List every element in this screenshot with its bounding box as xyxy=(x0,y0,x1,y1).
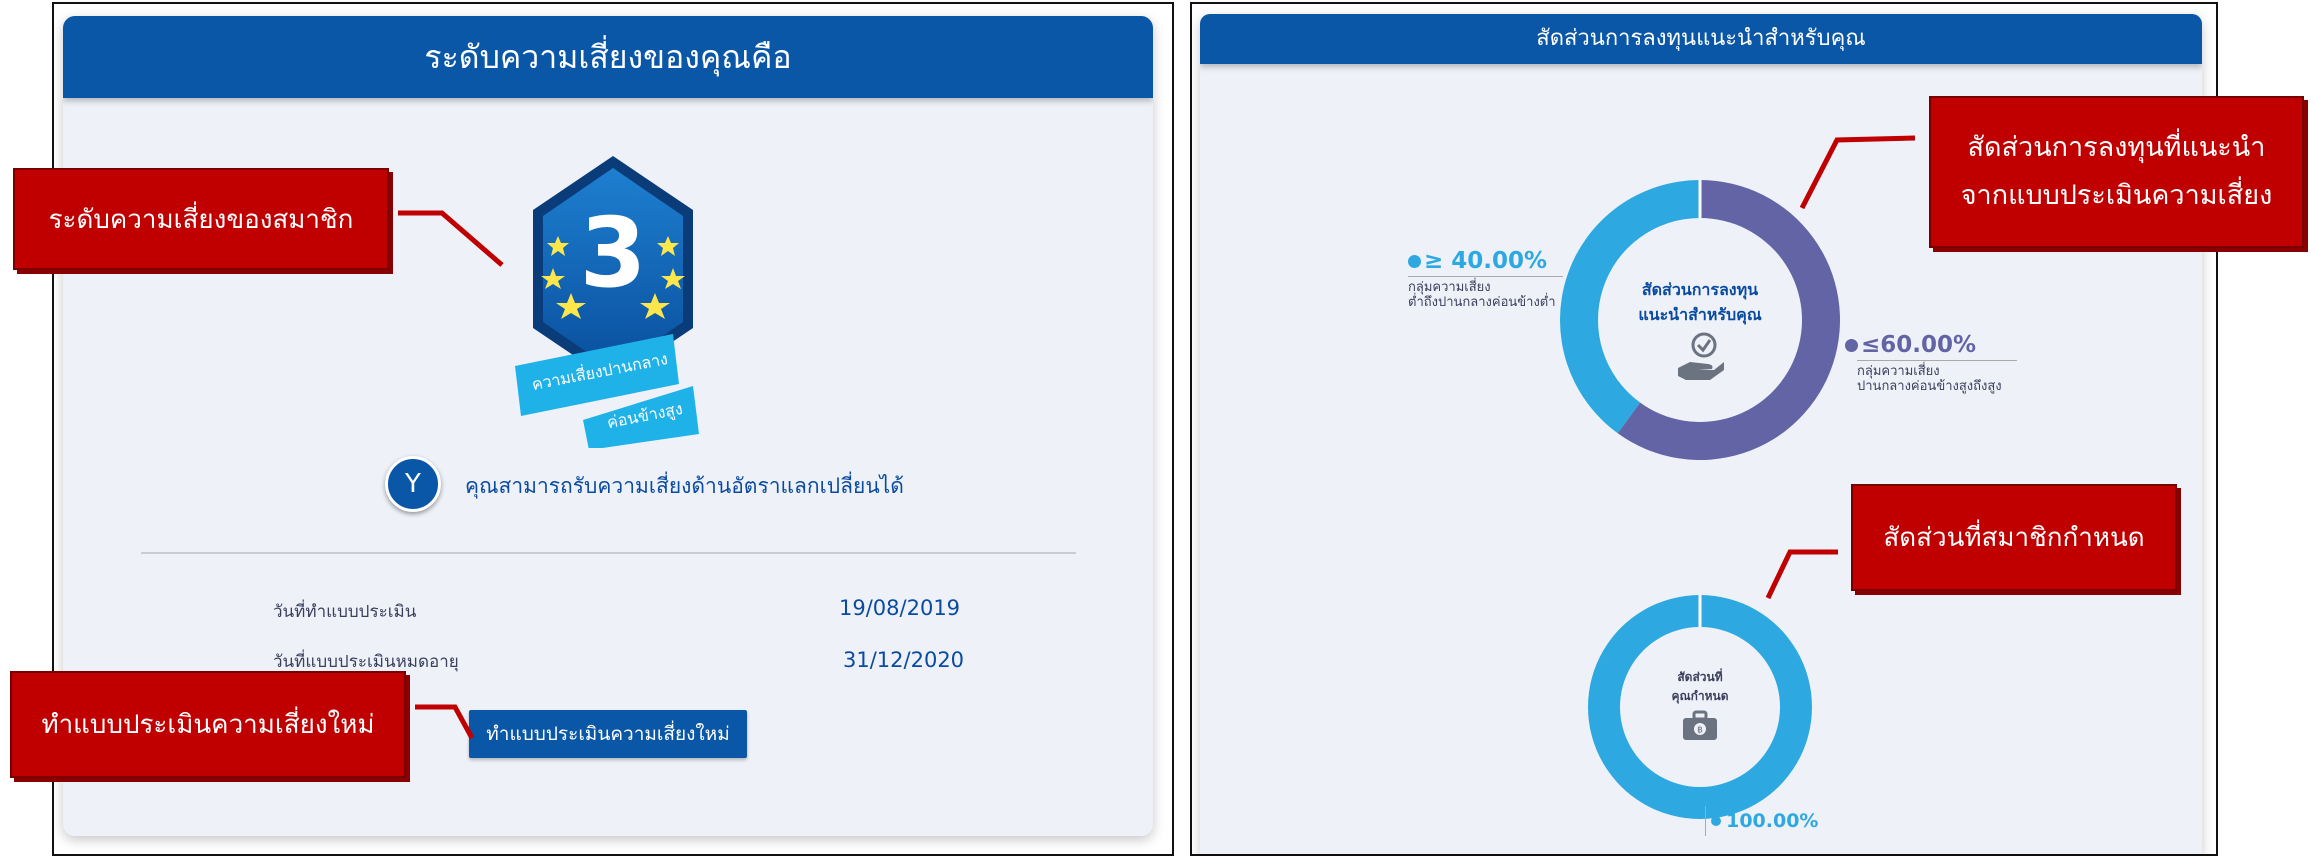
risk-level-title: ระดับความเสี่ยงของคุณคือ xyxy=(424,38,792,76)
divider xyxy=(141,552,1076,554)
high-risk-desc2: ปานกลางค่อนข้างสูงถึงสูง xyxy=(1857,379,2002,394)
member-value: 100.00% xyxy=(1726,810,1819,832)
fx-risk-icon-letter: Y xyxy=(405,469,421,499)
callout-member-ratio-text: สัดส่วนที่สมาชิกกำหนด xyxy=(1883,523,2145,553)
svg-text:฿: ฿ xyxy=(1697,726,1703,736)
fx-risk-icon: Y xyxy=(385,456,441,512)
callout-member-risk-level-text: ระดับความเสี่ยงของสมาชิก xyxy=(48,204,354,235)
assessment-date-value: 19/08/2019 xyxy=(839,596,961,620)
recommended-center-line1: สัดส่วนการลงทุน xyxy=(1641,280,1759,299)
member-legend-underline xyxy=(1705,806,1706,836)
callout-recommended-ratio: สัดส่วนการลงทุนที่แนะนำ จากแบบประเมินควา… xyxy=(1929,96,2304,248)
expiry-date-value: 31/12/2020 xyxy=(843,648,965,672)
reassess-button[interactable]: ทำแบบประเมินความเสี่ยงใหม่ xyxy=(469,710,747,758)
fx-risk-text: คุณสามารถรับความเสี่ยงด้านอัตราแลกเปลี่ย… xyxy=(465,474,904,498)
assessment-date-label: วันที่ทำแบบประเมิน xyxy=(273,602,417,622)
high-risk-legend-underline xyxy=(1857,360,2017,361)
member-center-line2: คุณกำหนด xyxy=(1671,689,1729,703)
investment-ratio-title: สัดส่วนการลงทุนแนะนำสำหรับคุณ xyxy=(1536,26,1866,51)
member-donut-center: สัดส่วนที่ คุณกำหนด ฿ xyxy=(1650,668,1750,746)
high-risk-desc1: กลุ่มความเสี่ยง xyxy=(1857,364,1940,379)
legend-dot-member xyxy=(1711,816,1721,826)
recommended-center-line2: แนะนำสำหรับคุณ xyxy=(1638,305,1762,324)
low-risk-legend-underline xyxy=(1408,276,1563,277)
member-center-line1: สัดส่วนที่ xyxy=(1677,670,1723,684)
legend-dot-purple xyxy=(1845,338,1858,352)
risk-level-panel-header: ระดับความเสี่ยงของคุณคือ xyxy=(63,16,1153,98)
callout-recommended-line2: จากแบบประเมินความเสี่ยง xyxy=(1960,180,2273,211)
high-risk-value: ≤60.00% xyxy=(1861,332,1977,358)
risk-level-number: 3 xyxy=(579,197,647,309)
member-legend: 100.00% xyxy=(1705,806,1819,836)
callout-new-assessment-text: ทำแบบประเมินความเสี่ยงใหม่ xyxy=(41,710,375,740)
callout-new-assessment: ทำแบบประเมินความเสี่ยงใหม่ xyxy=(10,671,406,778)
low-risk-legend: ≥ 40.00% กลุ่มความเสี่ยง ต่ำถึงปานกลางค่… xyxy=(1408,248,1588,310)
low-risk-value: ≥ 40.00% xyxy=(1424,248,1548,274)
briefcase-icon: ฿ xyxy=(1683,710,1717,740)
investment-ratio-header: สัดส่วนการลงทุนแนะนำสำหรับคุณ xyxy=(1200,14,2202,64)
risk-level-badge: 3 ความเสี่ยงปานกลาง ค่อนข้างสูง xyxy=(503,138,723,450)
recommended-donut-center: สัดส่วนการลงทุน แนะนำสำหรับคุณ xyxy=(1620,278,1780,386)
callout-member-ratio: สัดส่วนที่สมาชิกกำหนด xyxy=(1851,484,2177,591)
callout-recommended-line1: สัดส่วนการลงทุนที่แนะนำ xyxy=(1967,132,2266,163)
high-risk-legend: ≤60.00% กลุ่มความเสี่ยง ปานกลางค่อนข้างส… xyxy=(1845,332,2045,394)
low-risk-desc2: ต่ำถึงปานกลางค่อนข้างต่ำ xyxy=(1408,295,1556,310)
low-risk-desc1: กลุ่มความเสี่ยง xyxy=(1408,280,1491,295)
callout-member-risk-level: ระดับความเสี่ยงของสมาชิก xyxy=(13,168,389,270)
hand-check-icon xyxy=(1678,332,1724,380)
legend-dot-light-blue xyxy=(1408,254,1421,268)
